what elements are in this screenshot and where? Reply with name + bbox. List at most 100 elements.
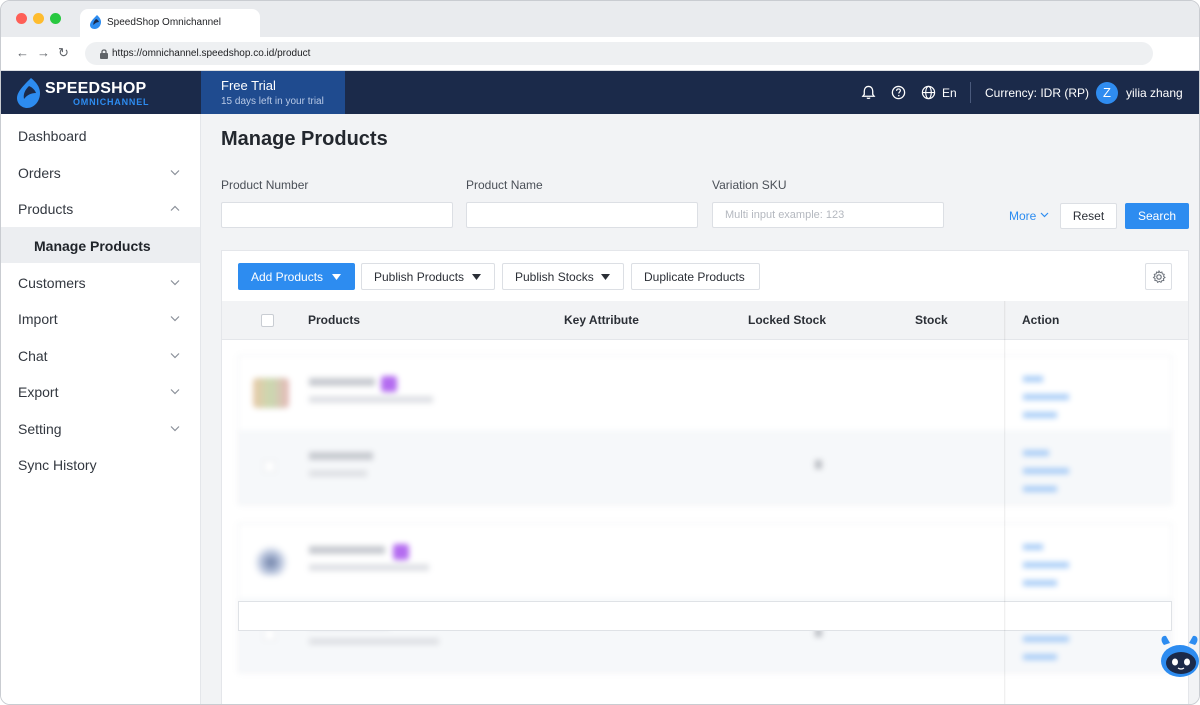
chevron-down-icon bbox=[170, 353, 180, 359]
row-checkbox[interactable] bbox=[263, 460, 276, 473]
sidebar-item-import[interactable]: Import bbox=[1, 300, 200, 336]
brand-name: SPEEDSHOP bbox=[45, 80, 147, 97]
minimize-window-button[interactable] bbox=[33, 13, 44, 24]
sidebar-item-manage-products[interactable]: Manage Products bbox=[1, 227, 200, 263]
publish-stocks-button[interactable]: Publish Stocks bbox=[502, 263, 624, 290]
free-trial-banner[interactable]: Free Trial 15 days left in your trial bbox=[201, 71, 345, 114]
chevron-down-icon bbox=[170, 280, 180, 286]
table-settings-button[interactable] bbox=[1145, 263, 1172, 290]
blurred-product-list bbox=[222, 341, 1188, 704]
trial-subtitle: 15 days left in your trial bbox=[221, 96, 324, 107]
globe-icon[interactable] bbox=[921, 85, 936, 100]
sidebar-item-export[interactable]: Export bbox=[1, 373, 200, 409]
browser-tab-title: SpeedShop Omnichannel bbox=[107, 17, 221, 28]
platform-badge bbox=[381, 376, 397, 392]
sidebar-item-label: Manage Products bbox=[34, 238, 151, 254]
sidebar-item-products[interactable]: Products bbox=[1, 190, 200, 226]
duplicate-products-label: Duplicate Products bbox=[644, 270, 745, 284]
language-selector[interactable]: En bbox=[942, 86, 957, 100]
main-content: Manage Products Product Number Product N… bbox=[201, 114, 1199, 704]
product-subtext-placeholder bbox=[309, 396, 433, 403]
url-bar[interactable]: https://omnichannel.speedshop.co.id/prod… bbox=[85, 42, 1153, 65]
duplicate-products-button[interactable]: Duplicate Products bbox=[631, 263, 760, 290]
speedshop-logo-icon bbox=[17, 78, 40, 108]
column-locked-stock[interactable]: Locked Stock bbox=[748, 313, 826, 327]
sidebar-item-label: Export bbox=[18, 384, 59, 400]
page-title: Manage Products bbox=[221, 128, 388, 150]
publish-products-label: Publish Products bbox=[374, 270, 465, 284]
product-number-input[interactable] bbox=[221, 202, 453, 228]
reload-icon[interactable]: ↻ bbox=[58, 46, 69, 60]
chevron-down-icon bbox=[170, 316, 180, 322]
chevron-down-icon[interactable] bbox=[1040, 212, 1049, 218]
forward-arrow-icon[interactable]: → bbox=[37, 46, 50, 60]
select-all-checkbox[interactable] bbox=[261, 314, 274, 327]
gear-icon bbox=[1152, 270, 1166, 284]
row-actions[interactable] bbox=[1023, 370, 1069, 418]
browser-window: SpeedShop Omnichannel ← → ↻ https://omni… bbox=[0, 0, 1200, 705]
column-products[interactable]: Products bbox=[308, 313, 360, 327]
sidebar-item-label: Chat bbox=[18, 348, 48, 364]
search-button[interactable]: Search bbox=[1125, 203, 1189, 229]
chat-mascot-icon[interactable] bbox=[1158, 631, 1200, 679]
product-group bbox=[238, 355, 1172, 505]
variant-sku-placeholder bbox=[309, 470, 367, 477]
sidebar-item-label: Customers bbox=[18, 275, 86, 291]
sidebar-item-orders[interactable]: Orders bbox=[1, 154, 200, 190]
product-number-label: Product Number bbox=[221, 178, 309, 192]
product-group bbox=[238, 601, 1172, 631]
browser-tab[interactable]: SpeedShop Omnichannel bbox=[80, 9, 260, 37]
sidebar-item-label: Sync History bbox=[18, 457, 97, 473]
fixed-column-divider bbox=[1004, 301, 1006, 704]
chevron-down-icon bbox=[170, 389, 180, 395]
browser-tabbar: SpeedShop Omnichannel bbox=[1, 1, 1199, 37]
brand-logo[interactable]: SPEEDSHOP OMNICHANNEL bbox=[17, 78, 201, 108]
sidebar-item-label: Import bbox=[18, 311, 58, 327]
sidebar-item-setting[interactable]: Setting bbox=[1, 410, 200, 446]
brand-subtitle: OMNICHANNEL bbox=[73, 97, 150, 107]
variation-sku-label: Variation SKU bbox=[712, 178, 787, 192]
caret-down-icon bbox=[472, 274, 481, 280]
bell-icon[interactable] bbox=[861, 85, 876, 100]
close-window-button[interactable] bbox=[16, 13, 27, 24]
help-icon[interactable] bbox=[891, 85, 906, 100]
sidebar-item-label: Orders bbox=[18, 165, 61, 181]
maximize-window-button[interactable] bbox=[50, 13, 61, 24]
column-action: Action bbox=[1022, 313, 1060, 327]
table-row[interactable] bbox=[239, 524, 1171, 598]
column-key-attribute[interactable]: Key Attribute bbox=[564, 313, 639, 327]
publish-products-button[interactable]: Publish Products bbox=[361, 263, 495, 290]
more-filters-link[interactable]: More bbox=[1009, 209, 1036, 223]
sidebar-item-chat[interactable]: Chat bbox=[1, 337, 200, 373]
product-group bbox=[238, 523, 1172, 673]
avatar[interactable]: Z bbox=[1096, 82, 1118, 104]
products-panel: Add Products Publish Products Publish St… bbox=[221, 250, 1189, 704]
add-products-label: Add Products bbox=[251, 270, 324, 284]
product-name-input[interactable] bbox=[466, 202, 698, 228]
sidebar-item-dashboard[interactable]: Dashboard bbox=[1, 117, 200, 153]
sidebar-item-label: Dashboard bbox=[18, 128, 87, 144]
sidebar-item-label: Products bbox=[18, 201, 74, 217]
product-name-placeholder bbox=[309, 546, 385, 554]
row-actions[interactable] bbox=[1023, 444, 1069, 492]
platform-badge bbox=[393, 544, 409, 560]
header-divider bbox=[970, 82, 971, 103]
column-stock[interactable]: Stock bbox=[915, 313, 948, 327]
table-header: Products Key Attribute Locked Stock Stoc… bbox=[222, 301, 1188, 340]
sidebar-item-customers[interactable]: Customers bbox=[1, 264, 200, 300]
chevron-down-icon bbox=[170, 426, 180, 432]
table-row[interactable] bbox=[239, 430, 1171, 504]
row-actions[interactable] bbox=[1023, 538, 1069, 586]
product-subtext-placeholder bbox=[309, 564, 429, 571]
add-products-button[interactable]: Add Products bbox=[238, 263, 355, 290]
url-text: https://omnichannel.speedshop.co.id/prod… bbox=[112, 48, 311, 59]
product-name-label: Product Name bbox=[466, 178, 543, 192]
table-row[interactable] bbox=[239, 356, 1171, 430]
variation-sku-input[interactable] bbox=[712, 202, 944, 228]
back-arrow-icon[interactable]: ← bbox=[16, 46, 29, 60]
reset-button[interactable]: Reset bbox=[1060, 203, 1117, 229]
currency-label: Currency: IDR (RP) bbox=[985, 86, 1090, 100]
sidebar-item-sync-history[interactable]: Sync History bbox=[1, 446, 200, 482]
username[interactable]: yilia zhang bbox=[1126, 86, 1183, 100]
publish-stocks-label: Publish Stocks bbox=[515, 270, 594, 284]
